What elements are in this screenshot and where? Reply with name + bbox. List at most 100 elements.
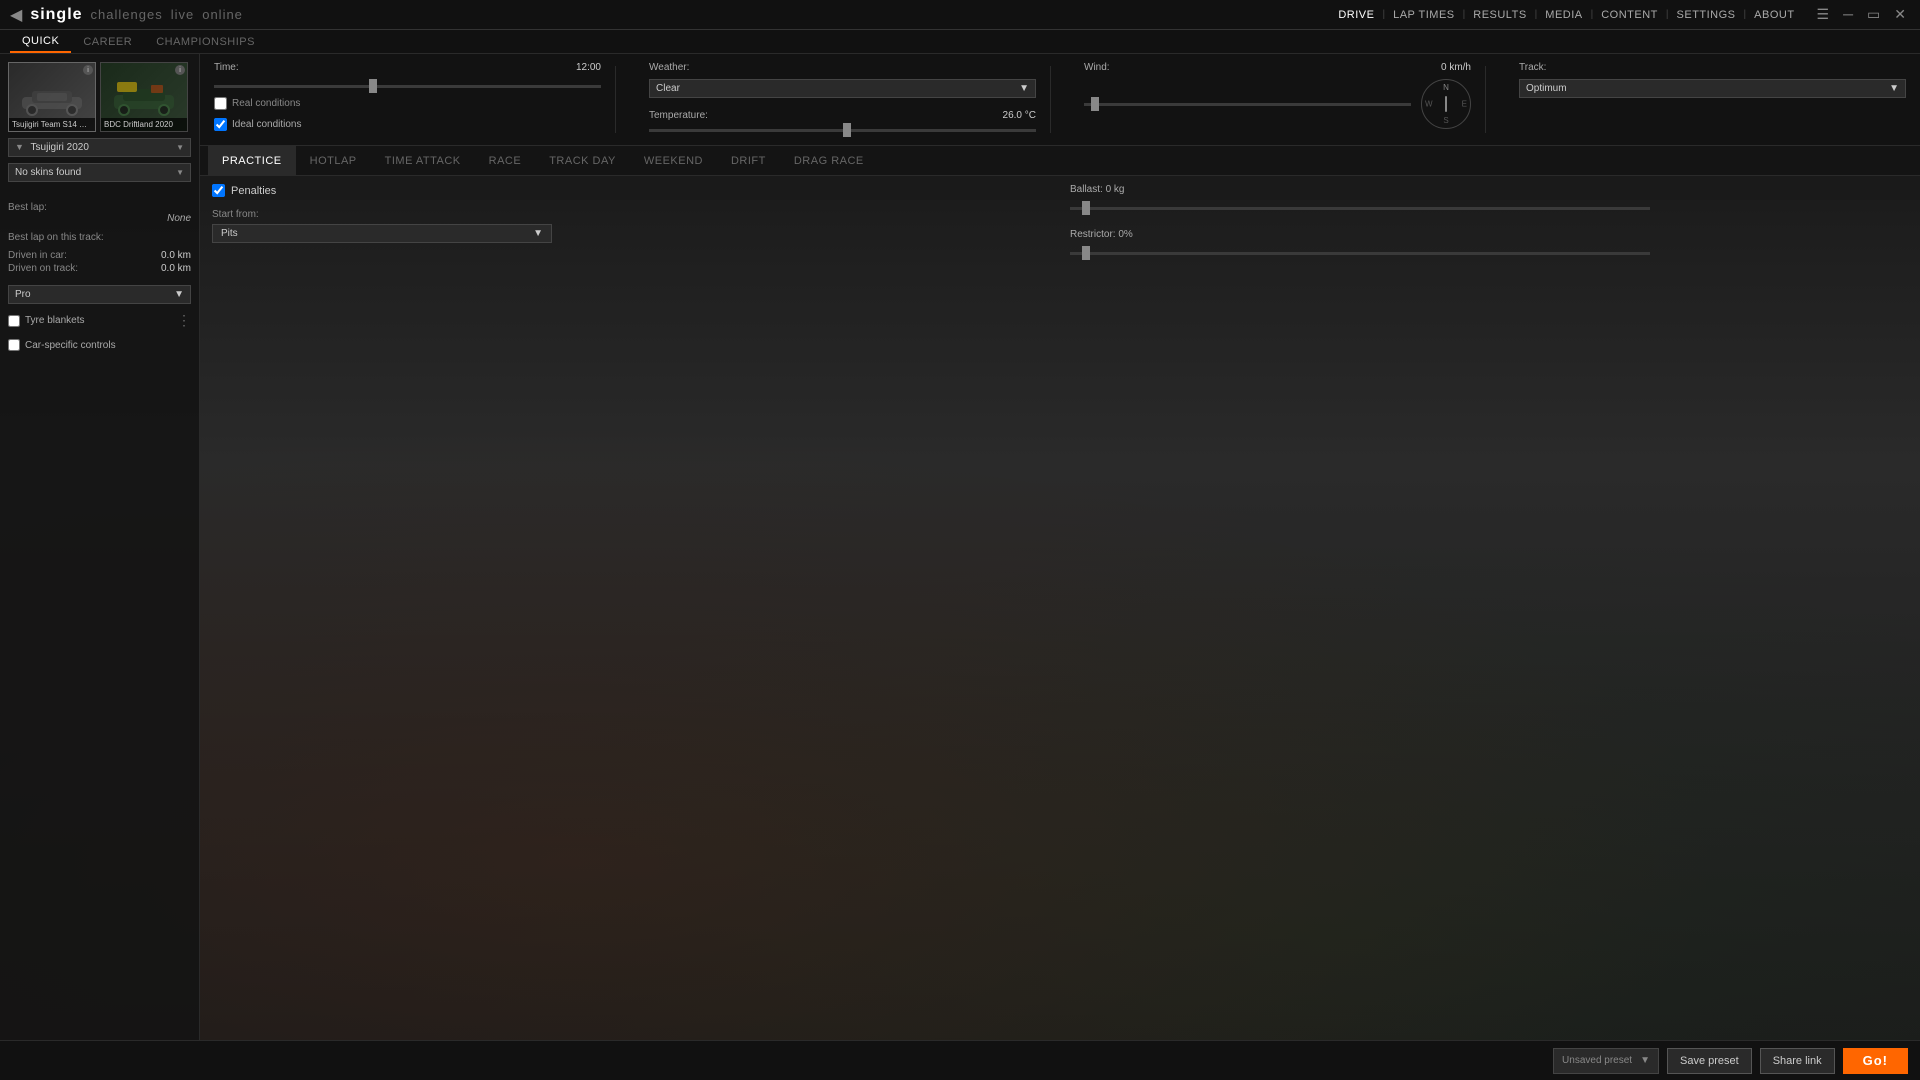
nav-laptimes[interactable]: LAP TIMES bbox=[1385, 9, 1463, 21]
car1-skin-dropdown[interactable]: ▼ Tsujigiri 2020 ▼ bbox=[8, 138, 191, 157]
restrictor-slider[interactable] bbox=[1070, 246, 1908, 260]
session-right: Ballast: 0 kg Restrictor: 0% bbox=[1070, 184, 1908, 1032]
time-slider-container[interactable] bbox=[214, 79, 601, 93]
compass-south-label: S bbox=[1443, 116, 1448, 125]
go-button[interactable]: Go! bbox=[1843, 1048, 1908, 1074]
ideal-conditions-checkbox[interactable] bbox=[214, 118, 227, 131]
compass-west-label: W bbox=[1425, 100, 1433, 109]
bottom-bar: Unsaved preset ▼ Save preset Share link … bbox=[0, 1040, 1920, 1080]
weather-dropdown[interactable]: Clear ▼ bbox=[649, 79, 1036, 98]
ballast-label: Ballast: 0 kg bbox=[1070, 184, 1908, 195]
track-header: Track: bbox=[1519, 62, 1906, 73]
left-panel: Tsujigiri Team S14 SR20 - Ben S... i BDC… bbox=[0, 54, 200, 1040]
tyre-blankets-row: Tyre blankets ⋮ bbox=[8, 310, 191, 331]
car-thumb-2[interactable]: BDC Driftland 2020 i bbox=[100, 62, 188, 132]
temperature-slider-track bbox=[649, 129, 1036, 132]
minimize-button[interactable]: ─ bbox=[1839, 6, 1857, 23]
hamburger-button[interactable]: ☰ bbox=[1813, 6, 1834, 23]
mode-tab-drift[interactable]: DRIFT bbox=[717, 146, 780, 175]
car-controls-label: Car-specific controls bbox=[25, 340, 116, 351]
restrictor-label: Restrictor: 0% bbox=[1070, 229, 1908, 240]
mode-tab-timeattack[interactable]: TIME ATTACK bbox=[371, 146, 475, 175]
mode-tab-race[interactable]: RACE bbox=[475, 146, 536, 175]
restrictor-slider-thumb[interactable] bbox=[1082, 246, 1090, 260]
track-dropdown-arrow: ▼ bbox=[1889, 83, 1899, 94]
save-preset-button[interactable]: Save preset bbox=[1667, 1048, 1752, 1074]
wind-compass: N S W E bbox=[1421, 79, 1471, 129]
wind-slider-thumb[interactable] bbox=[1091, 97, 1099, 111]
temperature-slider[interactable] bbox=[649, 123, 1036, 137]
wind-slider[interactable] bbox=[1084, 97, 1411, 111]
temperature-header: Temperature: 26.0 °C bbox=[649, 110, 1036, 121]
mode-tab-dragrace[interactable]: DRAG RACE bbox=[780, 146, 878, 175]
car-controls-row: Car-specific controls bbox=[8, 337, 191, 353]
share-link-button[interactable]: Share link bbox=[1760, 1048, 1835, 1074]
start-from-dropdown[interactable]: Pits ▼ bbox=[212, 224, 552, 243]
car-thumb-1[interactable]: Tsujigiri Team S14 SR20 - Ben S... i bbox=[8, 62, 96, 132]
car-info-icon-1[interactable]: i bbox=[83, 65, 93, 75]
time-label: Time: bbox=[214, 62, 239, 73]
ballast-slider-track bbox=[1070, 207, 1650, 210]
game-mode-challenges[interactable]: challenges bbox=[91, 7, 163, 22]
car-info-icon-2[interactable]: i bbox=[175, 65, 185, 75]
restrictor-slider-track bbox=[1070, 252, 1650, 255]
ballast-slider-thumb[interactable] bbox=[1082, 201, 1090, 215]
preset-dropdown[interactable]: Unsaved preset ▼ bbox=[1553, 1048, 1659, 1074]
game-mode-online[interactable]: online bbox=[202, 7, 243, 22]
nav-media[interactable]: MEDIA bbox=[1537, 9, 1590, 21]
tyre-blankets-label: Tyre blankets bbox=[25, 315, 84, 326]
subnav-career[interactable]: CAREER bbox=[71, 30, 144, 53]
car2-skin-dropdown[interactable]: No skins found ▼ bbox=[8, 163, 191, 182]
time-column: Time: 12:00 Real conditions Ideal condit… bbox=[200, 62, 615, 131]
time-slider-thumb[interactable] bbox=[369, 79, 377, 93]
tyre-compound-label: Pro bbox=[15, 289, 31, 300]
nav-right-menu: DRIVE | LAP TIMES | RESULTS | MEDIA | CO… bbox=[1330, 6, 1910, 23]
nav-content[interactable]: CONTENT bbox=[1593, 9, 1666, 21]
restore-button[interactable]: ▭ bbox=[1863, 6, 1884, 23]
time-slider-track bbox=[214, 85, 601, 88]
mode-tabs: PRACTICE HOTLAP TIME ATTACK RACE TRACK D… bbox=[200, 146, 1920, 176]
subnav-quick[interactable]: QUICK bbox=[10, 30, 71, 53]
tyre-blankets-more[interactable]: ⋮ bbox=[177, 312, 191, 329]
nav-settings[interactable]: SETTINGS bbox=[1669, 9, 1744, 21]
weather-label: Weather: bbox=[649, 62, 689, 73]
car-thumb-1-label: Tsujigiri Team S14 SR20 - Ben S... bbox=[9, 118, 95, 131]
mode-tab-practice[interactable]: PRACTICE bbox=[208, 146, 296, 175]
penalties-checkbox[interactable] bbox=[212, 184, 225, 197]
wind-label: Wind: bbox=[1084, 62, 1110, 73]
mode-tab-trackday[interactable]: TRACK DAY bbox=[535, 146, 630, 175]
nav-title: single challenges live online bbox=[30, 6, 243, 24]
close-button[interactable]: ✕ bbox=[1890, 6, 1910, 23]
penalties-label: Penalties bbox=[231, 185, 276, 197]
car1-skin-label: ▼ Tsujigiri 2020 bbox=[15, 142, 89, 153]
ballast-slider[interactable] bbox=[1070, 201, 1908, 215]
compass-needle bbox=[1445, 96, 1447, 112]
start-from-group: Start from: Pits ▼ bbox=[212, 209, 1050, 243]
divider-3 bbox=[1485, 66, 1486, 133]
nav-drive[interactable]: DRIVE bbox=[1330, 9, 1382, 21]
divider-2 bbox=[1050, 66, 1051, 133]
weather-column: Weather: Clear ▼ Temperature: 26.0 °C bbox=[635, 62, 1050, 137]
top-nav-bar: ◀ single challenges live online DRIVE | … bbox=[0, 0, 1920, 30]
time-value: 12:00 bbox=[576, 62, 601, 73]
back-button[interactable]: ◀ bbox=[10, 5, 22, 25]
temperature-slider-thumb[interactable] bbox=[843, 123, 851, 137]
mode-tab-weekend[interactable]: WEEKEND bbox=[630, 146, 717, 175]
game-mode-live[interactable]: live bbox=[171, 7, 195, 22]
best-lap-track-label: Best lap on this track: bbox=[8, 232, 191, 243]
car-controls-checkbox[interactable] bbox=[8, 339, 20, 351]
tyre-compound-dropdown[interactable]: Pro ▼ bbox=[8, 285, 191, 304]
wind-column: Wind: 0 km/h N S W bbox=[1070, 62, 1485, 129]
track-dropdown[interactable]: Optimum ▼ bbox=[1519, 79, 1906, 98]
tyre-blankets-checkbox[interactable] bbox=[8, 315, 20, 327]
ideal-conditions-row: Ideal conditions bbox=[214, 118, 601, 131]
game-mode-single[interactable]: single bbox=[30, 6, 82, 24]
mode-tab-hotlap[interactable]: HOTLAP bbox=[296, 146, 371, 175]
nav-results[interactable]: RESULTS bbox=[1465, 9, 1534, 21]
nav-about[interactable]: ABOUT bbox=[1746, 9, 1802, 21]
penalties-row: Penalties bbox=[212, 184, 1050, 197]
track-column: Track: Optimum ▼ bbox=[1505, 62, 1920, 98]
real-conditions-checkbox[interactable] bbox=[214, 97, 227, 110]
compass-north-label: N bbox=[1443, 83, 1449, 92]
subnav-championships[interactable]: CHAMPIONSHIPS bbox=[144, 30, 267, 53]
